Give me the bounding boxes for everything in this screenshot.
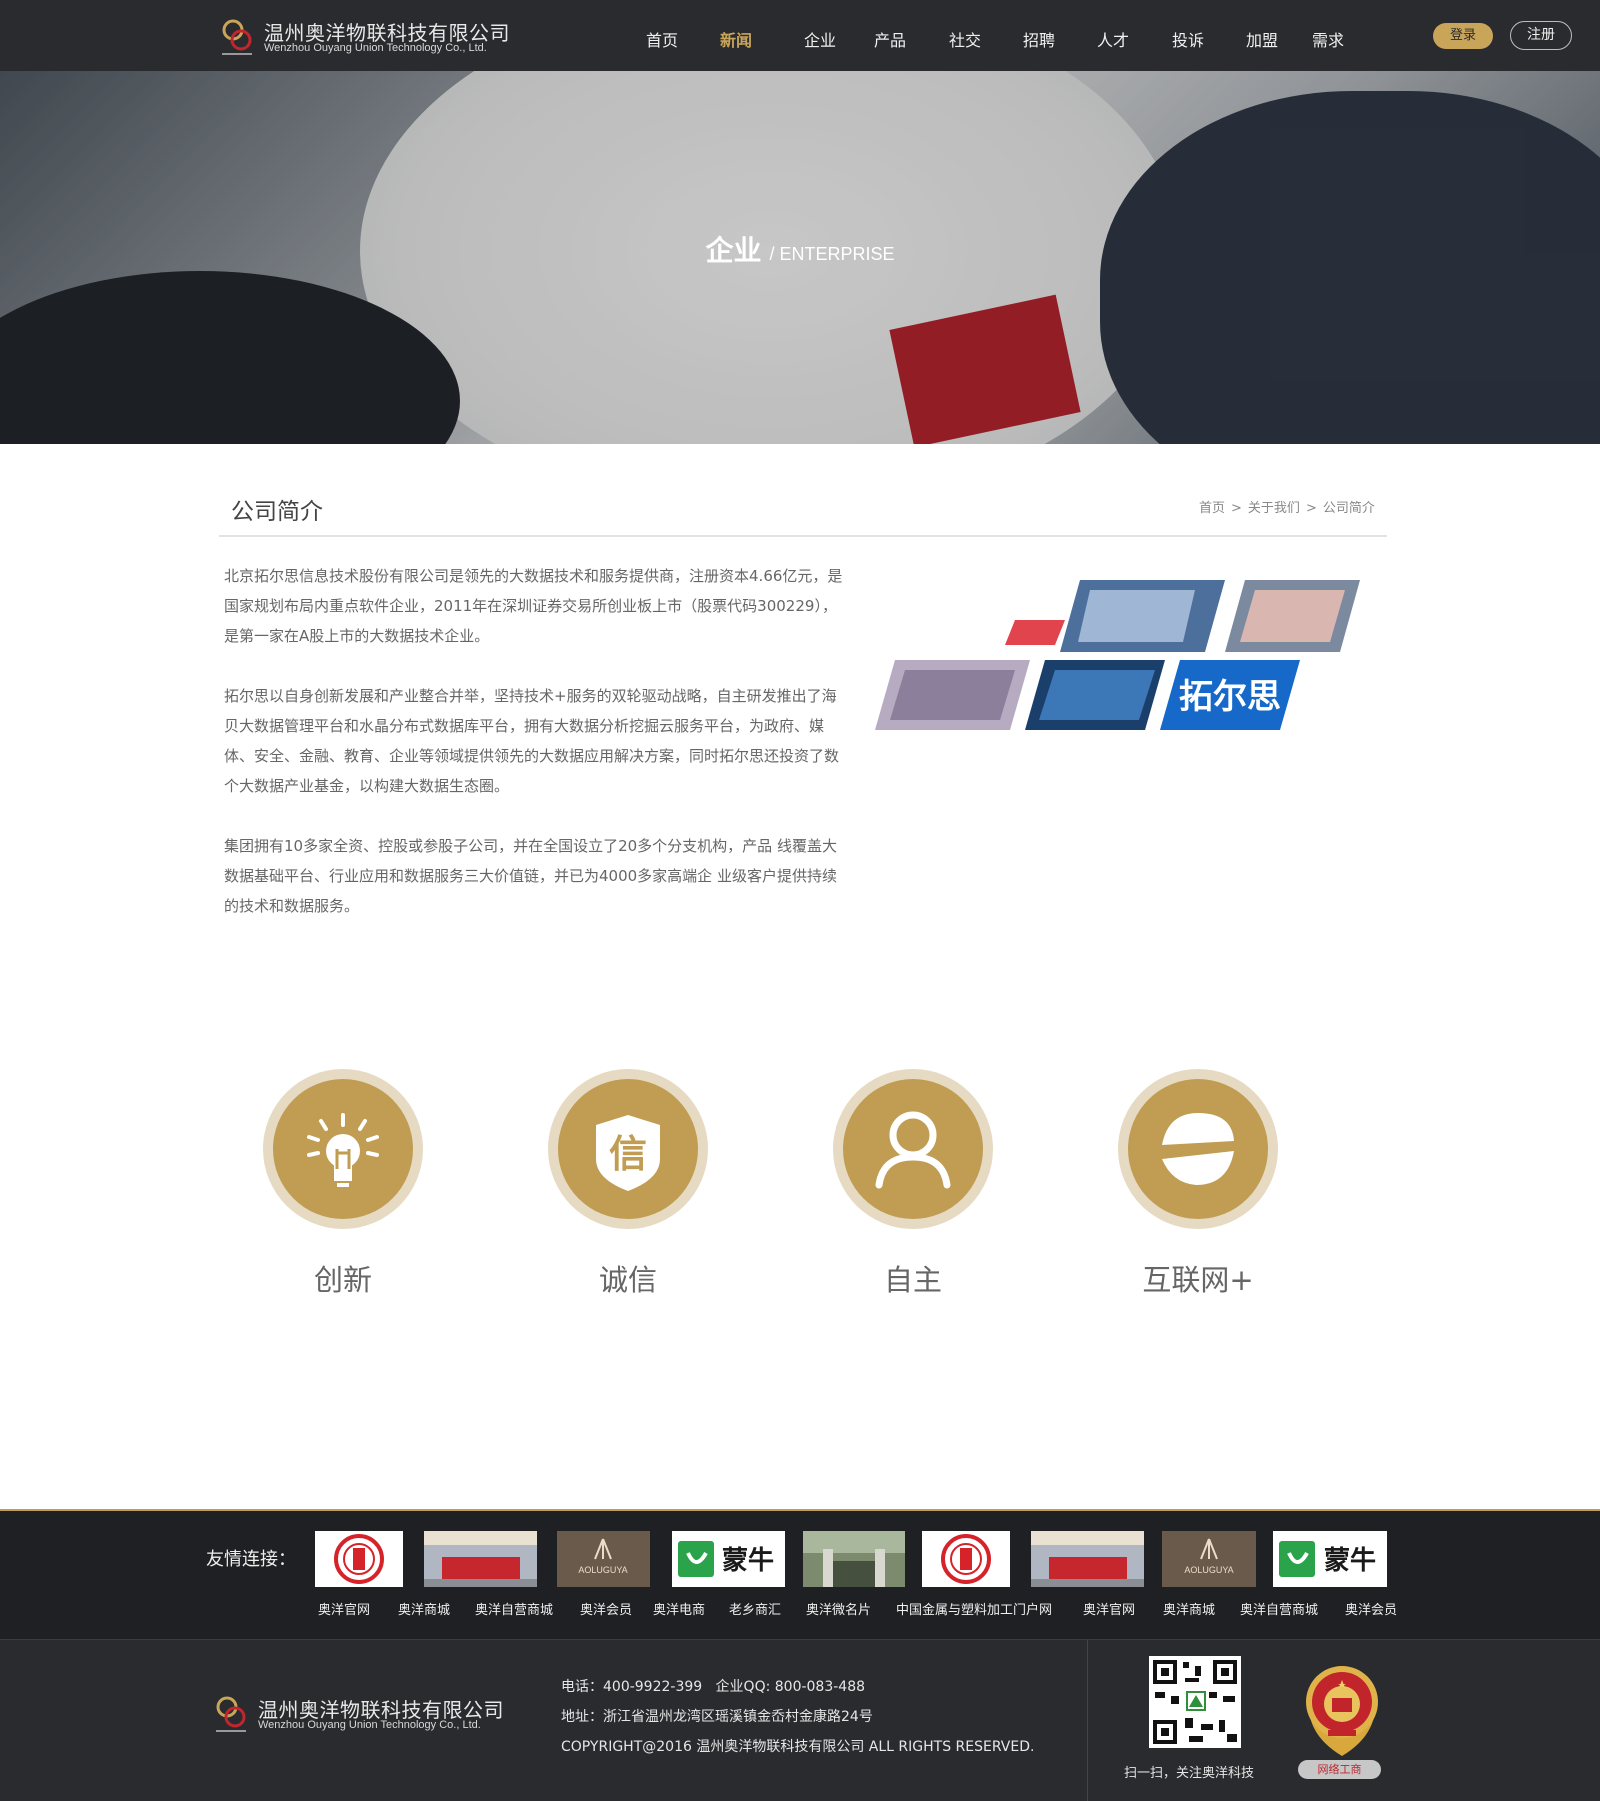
nav-home[interactable]: 首页 [646, 27, 678, 51]
friend-logo-store[interactable] [1031, 1531, 1144, 1587]
footer-contact: 电话：400-9922-399 企业QQ: 800-083-488 地址：浙江省… [561, 1672, 1034, 1762]
store-logo-icon [1031, 1531, 1144, 1587]
friend-link-name[interactable]: 老乡商汇 [729, 1599, 781, 1618]
value-independence: 自主 [833, 1069, 993, 1329]
value-label: 互联网+ [1142, 1263, 1254, 1297]
company-intro: 北京拓尔思信息技术股份有限公司是领先的大数据技术和服务提供商，注册资本4.66亿… [224, 561, 844, 951]
friend-link-name[interactable]: 奥洋电商 [653, 1599, 705, 1618]
qr-caption: 扫一扫，关注奥洋科技 [1124, 1766, 1255, 1781]
friend-links-bar: 友情连接： AOLUGUYA 蒙牛 AOLUGUYA 蒙牛 奥洋官网 奥洋商城 … [0, 1509, 1600, 1639]
hero-banner: 企业 / ENTERPRISE [0, 71, 1600, 444]
friend-link-name[interactable]: 奥洋商城 [1163, 1599, 1215, 1618]
site-footer: 温州奥洋物联科技有限公司 Wenzhou Ouyang Union Techno… [0, 1639, 1600, 1801]
breadcrumb-separator: > [1305, 501, 1317, 516]
banner-title-en: / ENTERPRISE [769, 244, 895, 264]
nav-enterprise[interactable]: 企业 [804, 27, 836, 51]
person-icon [875, 1111, 951, 1189]
friend-link-name[interactable]: 奥洋商城 [398, 1599, 450, 1618]
footer-company-en: Wenzhou Ouyang Union Technology Co., Ltd… [258, 1719, 481, 1731]
footer-qq: 企业QQ: 800-083-488 [715, 1679, 866, 1695]
value-label: 自主 [883, 1263, 942, 1297]
intro-paragraph: 拓尔思以自身创新发展和产业整合并举，坚持技术+服务的双轮驱动战略，自主研发推出了… [224, 687, 840, 795]
aoluguya-text: AOLUGUYA [1184, 1565, 1233, 1575]
friend-links-label: 友情连接： [206, 1549, 296, 1570]
footer-phone: 电话：400-9922-399 [561, 1679, 703, 1695]
breadcrumb: 首页 > 关于我们 > 公司简介 [1196, 497, 1378, 516]
breadcrumb-current: 公司简介 [1322, 501, 1375, 516]
register-button[interactable]: 注册 [1510, 21, 1572, 50]
planet-icon [1162, 1113, 1234, 1185]
friend-logo-mengniu[interactable]: 蒙牛 [672, 1531, 785, 1587]
friend-logo-gate[interactable] [803, 1531, 905, 1587]
logo-mark-icon [222, 19, 252, 55]
nav-news[interactable]: 新闻 [720, 27, 752, 51]
seal-logo-icon [334, 1534, 384, 1584]
friend-link-name[interactable]: 奥洋官网 [318, 1599, 370, 1618]
nav-complaint[interactable]: 投诉 [1172, 27, 1204, 51]
intro-paragraph: 北京拓尔思信息技术股份有限公司是领先的大数据技术和服务提供商，注册资本4.66亿… [224, 567, 843, 645]
gate-logo-icon [803, 1531, 905, 1587]
qr-code-icon [1149, 1656, 1241, 1748]
lightbulb-icon [307, 1113, 379, 1187]
friend-logo-store[interactable] [424, 1531, 537, 1587]
value-integrity: 信 诚信 [548, 1069, 708, 1329]
banner-title-cn: 企业 [705, 234, 762, 267]
friend-link-name[interactable]: 中国金属与塑料加工门户网 [896, 1599, 1052, 1618]
shield-char: 信 [609, 1132, 647, 1176]
nav-recruit[interactable]: 招聘 [1023, 27, 1055, 51]
section-divider [219, 535, 1387, 537]
mengniu-logo-icon: 蒙牛 [678, 1541, 774, 1577]
friend-logo-mengniu[interactable]: 蒙牛 [1273, 1531, 1387, 1587]
friend-logo-aoluguya[interactable]: AOLUGUYA [557, 1531, 650, 1587]
company-logo[interactable]: 温州奥洋物联科技有限公司 Wenzhou Ouyang Union Techno… [220, 15, 520, 59]
value-innovation: 创新 [263, 1069, 423, 1329]
intro-paragraph: 集团拥有10多家全资、控股或参股子公司，并在全国设立了20多个分支机构，产品 线… [224, 837, 837, 915]
friend-link-name[interactable]: 奥洋自营商城 [475, 1599, 553, 1618]
friend-logo-seal[interactable] [922, 1531, 1010, 1587]
intro-image: 拓尔思 [875, 580, 1360, 730]
store-logo-icon [424, 1531, 537, 1587]
login-button[interactable]: 登录 [1433, 23, 1493, 49]
footer-address: 地址：浙江省温州龙湾区瑶溪镇金岙村金康路24号 [561, 1709, 873, 1725]
friend-logo-aoluguya[interactable]: AOLUGUYA [1162, 1531, 1256, 1587]
intro-image-brand: 拓尔思 [1179, 677, 1281, 717]
mengniu-text: 蒙牛 [722, 1546, 774, 1576]
section-title: 公司简介 [231, 499, 323, 525]
friend-link-name[interactable]: 奥洋会员 [580, 1599, 632, 1618]
nav-products[interactable]: 产品 [874, 27, 906, 51]
value-internet-plus: 互联网+ [1118, 1069, 1278, 1329]
breadcrumb-about[interactable]: 关于我们 [1248, 501, 1300, 516]
aoluguya-logo-icon: AOLUGUYA [1184, 1538, 1234, 1575]
footer-divider [1087, 1640, 1088, 1801]
top-header: 温州奥洋物联科技有限公司 Wenzhou Ouyang Union Techno… [0, 0, 1600, 71]
seal-logo-icon [941, 1534, 991, 1584]
mengniu-logo-icon: 蒙牛 [1279, 1541, 1376, 1577]
nav-talent[interactable]: 人才 [1097, 27, 1129, 51]
value-label: 创新 [313, 1263, 372, 1297]
banner-title: 企业 / ENTERPRISE [0, 229, 1600, 269]
badge-label[interactable]: 网络工商 [1298, 1760, 1381, 1779]
logo-mark-icon [216, 1696, 246, 1732]
friend-link-name[interactable]: 奥洋官网 [1083, 1599, 1135, 1618]
nav-social[interactable]: 社交 [949, 27, 981, 51]
nav-demand[interactable]: 需求 [1312, 27, 1344, 51]
friend-logo-seal[interactable] [315, 1531, 403, 1587]
breadcrumb-separator: > [1231, 501, 1242, 516]
friend-link-name[interactable]: 奥洋微名片 [806, 1599, 871, 1618]
aoluguya-text: AOLUGUYA [578, 1565, 627, 1575]
value-label: 诚信 [598, 1263, 657, 1297]
shield-xin-icon: 信 [596, 1115, 660, 1191]
mengniu-text: 蒙牛 [1324, 1546, 1376, 1576]
business-license-badge-icon[interactable] [1292, 1652, 1392, 1762]
footer-logo[interactable]: 温州奥洋物联科技有限公司 Wenzhou Ouyang Union Techno… [214, 1692, 514, 1736]
nav-join[interactable]: 加盟 [1246, 27, 1278, 51]
friend-link-name[interactable]: 奥洋自营商城 [1240, 1599, 1318, 1618]
footer-copyright: COPYRIGHT@2016 温州奥洋物联科技有限公司 ALL RIGHTS R… [561, 1739, 1035, 1755]
friend-link-name[interactable]: 奥洋会员 [1345, 1599, 1397, 1618]
breadcrumb-home[interactable]: 首页 [1199, 501, 1225, 516]
company-name-en: Wenzhou Ouyang Union Technology Co., Ltd… [264, 42, 487, 54]
aoluguya-logo-icon: AOLUGUYA [578, 1538, 628, 1575]
